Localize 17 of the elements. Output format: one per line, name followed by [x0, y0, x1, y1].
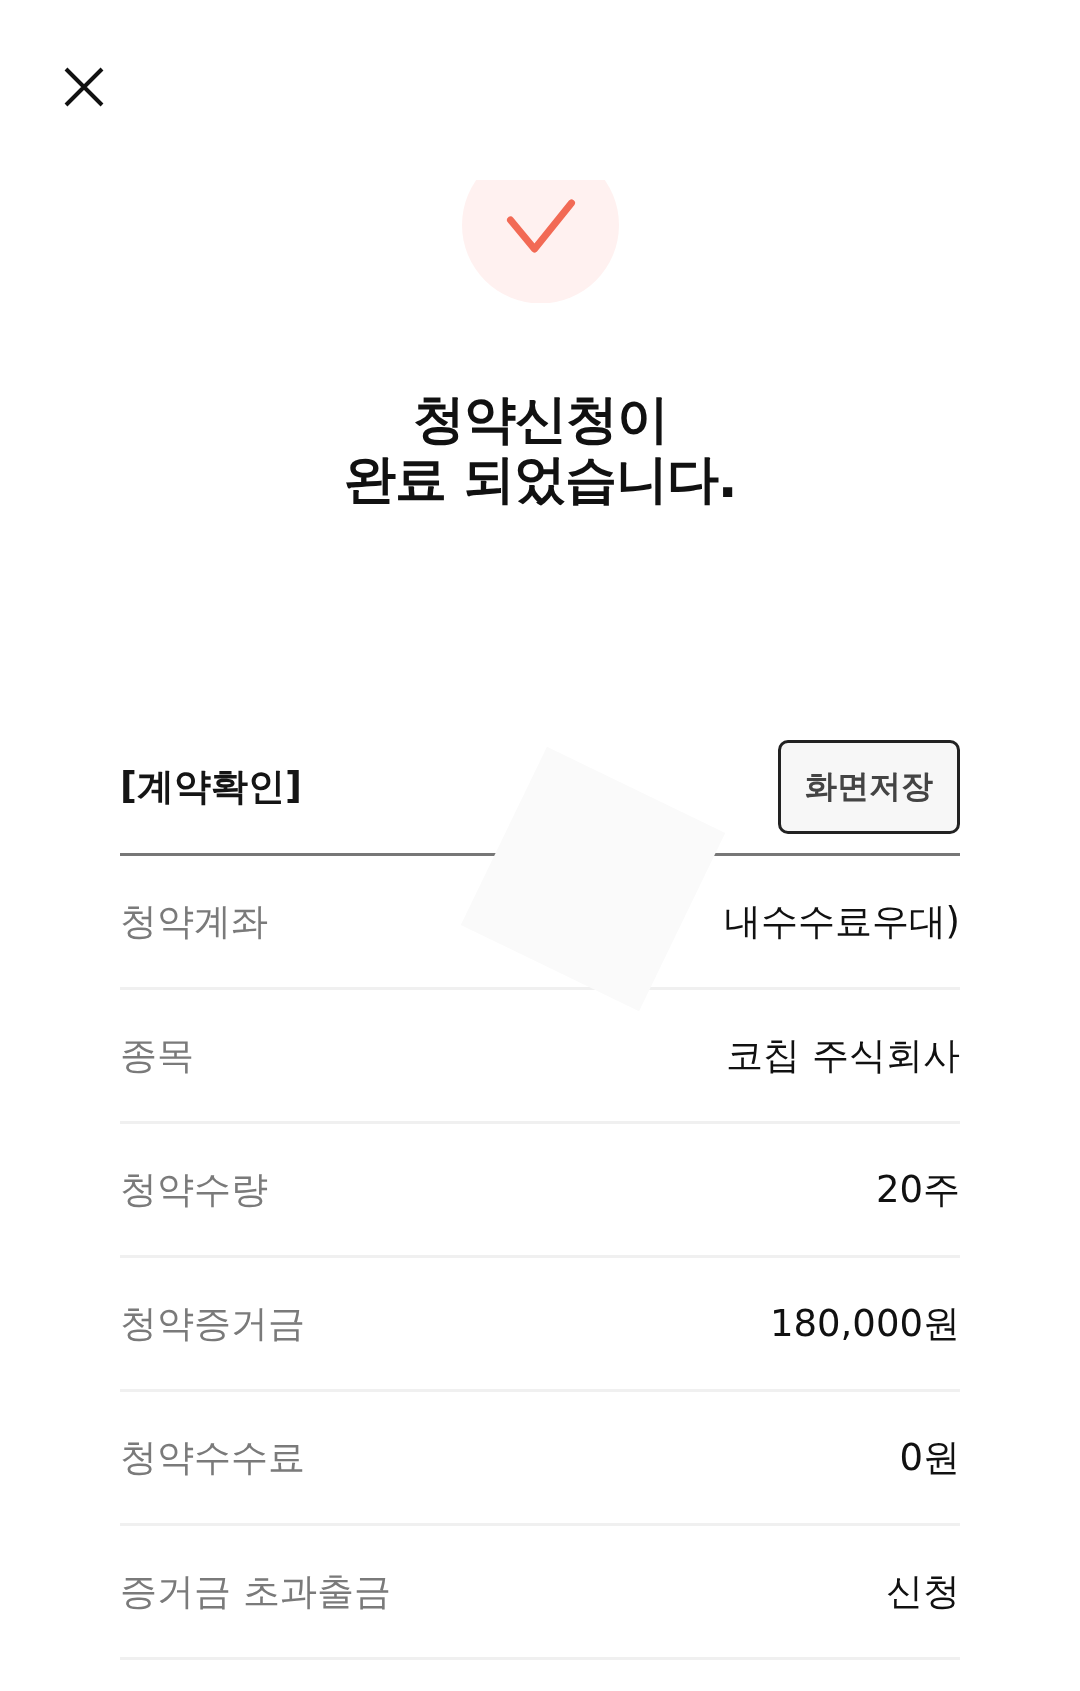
- row-value: 0원: [899, 1434, 960, 1481]
- save-screen-button[interactable]: 화면저장: [778, 740, 960, 834]
- row-value: 신청: [886, 1568, 960, 1615]
- row-label: 증거금 초과출금: [120, 1568, 391, 1615]
- row-label: 종목: [120, 1032, 194, 1079]
- row-value: 20주: [875, 1166, 960, 1213]
- section-title: [계약확인]: [120, 764, 302, 810]
- row-value: 코칩 주식회사: [726, 1032, 960, 1079]
- row-value: 내수수료우대): [723, 898, 960, 945]
- row-label: 청약수수료: [120, 1434, 305, 1481]
- row-label: 청약수량: [120, 1166, 268, 1213]
- close-icon: [64, 67, 104, 107]
- completion-title: 청약신청이 완료 되었습니다.: [342, 389, 738, 509]
- row-value: 180,000원: [770, 1300, 960, 1347]
- close-button[interactable]: [64, 67, 104, 107]
- row-label: 청약계좌: [120, 898, 268, 945]
- row-label: 청약증거금: [120, 1300, 305, 1347]
